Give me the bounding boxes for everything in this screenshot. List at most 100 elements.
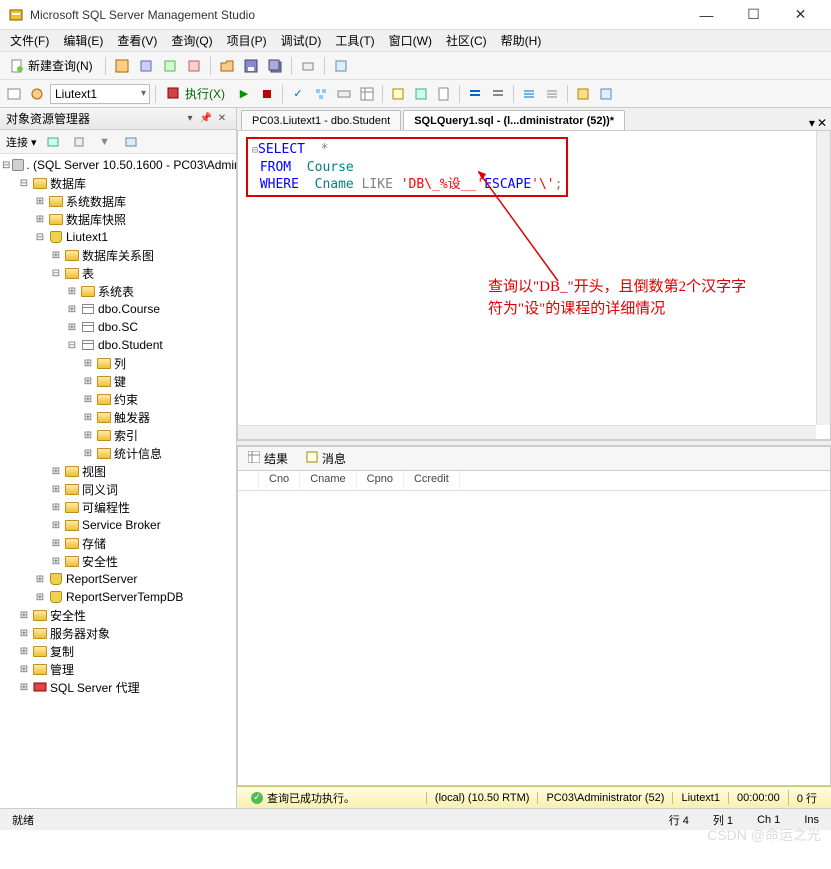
- stats-node[interactable]: 统计信息: [114, 445, 162, 462]
- tb-x1-icon[interactable]: [573, 84, 593, 104]
- uncomment-icon[interactable]: [488, 84, 508, 104]
- oe-filter-icon[interactable]: ▼: [95, 132, 115, 152]
- tb-btn-1[interactable]: [112, 56, 132, 76]
- programmability-node[interactable]: 可编程性: [82, 499, 130, 516]
- sysdbs-node[interactable]: 系统数据库: [66, 193, 126, 210]
- reportserver-node[interactable]: ReportServer: [66, 572, 137, 586]
- student-node[interactable]: dbo.Student: [98, 338, 163, 352]
- serverobjects-node[interactable]: 服务器对象: [50, 625, 110, 642]
- comment-icon[interactable]: [465, 84, 485, 104]
- parse-icon[interactable]: ✓: [288, 84, 308, 104]
- panel-close-icon[interactable]: ✕: [214, 111, 230, 127]
- menu-edit[interactable]: 编辑(E): [57, 30, 109, 51]
- systables-node[interactable]: 系统表: [98, 283, 134, 300]
- menu-file[interactable]: 文件(F): [4, 30, 55, 51]
- object-tree[interactable]: ⊟. (SQL Server 10.50.1600 - PC03\Adminis…: [0, 154, 236, 808]
- panel-dropdown-icon[interactable]: ▾: [182, 111, 198, 127]
- databases-node[interactable]: 数据库: [50, 175, 86, 192]
- results-grid-icon[interactable]: [411, 84, 431, 104]
- save-icon[interactable]: [241, 56, 261, 76]
- new-query-button[interactable]: 新建查询(N): [4, 55, 99, 76]
- tables-node[interactable]: 表: [82, 265, 94, 282]
- replication-node[interactable]: 复制: [50, 643, 74, 660]
- results-tab[interactable]: 结果: [242, 448, 294, 469]
- results-grid-body[interactable]: [238, 491, 830, 785]
- triggers-node[interactable]: 触发器: [114, 409, 150, 426]
- plan-icon[interactable]: [311, 84, 331, 104]
- open-icon[interactable]: [217, 56, 237, 76]
- folder-icon: [65, 250, 79, 261]
- close-button[interactable]: ✕: [778, 1, 823, 29]
- col-cname[interactable]: Cname: [300, 471, 356, 490]
- menu-view[interactable]: 查看(V): [111, 30, 163, 51]
- tb-props-icon[interactable]: [331, 56, 351, 76]
- tb-btn-2[interactable]: [136, 56, 156, 76]
- debug-icon[interactable]: ▶: [234, 84, 254, 104]
- indent-icon[interactable]: [519, 84, 539, 104]
- connect-icon[interactable]: [27, 84, 47, 104]
- indexes-node[interactable]: 索引: [114, 427, 138, 444]
- sql-icon[interactable]: [4, 84, 24, 104]
- messages-tab[interactable]: 消息: [300, 448, 352, 469]
- security-node[interactable]: 安全性: [50, 607, 86, 624]
- h-scrollbar[interactable]: [238, 425, 816, 439]
- menu-window[interactable]: 窗口(W): [383, 30, 438, 51]
- outdent-icon[interactable]: [542, 84, 562, 104]
- menu-help[interactable]: 帮助(H): [495, 30, 548, 51]
- results-file-icon[interactable]: [434, 84, 454, 104]
- columns-node[interactable]: 列: [114, 355, 126, 372]
- oe-refresh-icon[interactable]: [43, 132, 63, 152]
- opts-icon[interactable]: [334, 84, 354, 104]
- menu-community[interactable]: 社区(C): [440, 30, 493, 51]
- sqlagent-node[interactable]: SQL Server 代理: [50, 679, 140, 696]
- minimize-button[interactable]: —: [684, 1, 729, 29]
- tb-activity-icon[interactable]: [298, 56, 318, 76]
- oe-search-icon[interactable]: [121, 132, 141, 152]
- col-cno[interactable]: Cno: [259, 471, 300, 490]
- server-node[interactable]: . (SQL Server 10.50.1600 - PC03\Administ: [26, 158, 236, 172]
- dbsecurity-node[interactable]: 安全性: [82, 553, 118, 570]
- col-cpno[interactable]: Cpno: [357, 471, 404, 490]
- maximize-button[interactable]: ☐: [731, 1, 776, 29]
- reportservertemp-node[interactable]: ReportServerTempDB: [66, 590, 183, 604]
- menu-tools[interactable]: 工具(T): [329, 30, 380, 51]
- tab-dropdown-icon[interactable]: ▾: [809, 116, 815, 130]
- tb-btn-4[interactable]: [184, 56, 204, 76]
- liutext1-node[interactable]: Liutext1: [66, 230, 108, 244]
- results-text-icon[interactable]: [388, 84, 408, 104]
- synonyms-node[interactable]: 同义词: [82, 481, 118, 498]
- connect-label[interactable]: 连接 ▾: [6, 134, 37, 150]
- servicebroker-node[interactable]: Service Broker: [82, 518, 161, 532]
- views-node[interactable]: 视图: [82, 463, 106, 480]
- sc-node[interactable]: dbo.SC: [98, 320, 138, 334]
- document-tabs: PC03.Liutext1 - dbo.Student SQLQuery1.sq…: [237, 108, 831, 130]
- database-selector[interactable]: Liutext1: [50, 84, 150, 104]
- status-ready: 就绪: [0, 812, 657, 828]
- tb-x2-icon[interactable]: [596, 84, 616, 104]
- sql-editor[interactable]: ⊟SELECT * FROM Course WHERE Cname LIKE '…: [237, 130, 831, 440]
- save-all-icon[interactable]: [265, 56, 285, 76]
- tab-student[interactable]: PC03.Liutext1 - dbo.Student: [241, 110, 401, 130]
- new-query-label: 新建查询(N): [28, 57, 93, 74]
- storage-node[interactable]: 存储: [82, 535, 106, 552]
- tab-sqlquery1[interactable]: SQLQuery1.sql - (l...dministrator (52))*: [403, 110, 625, 130]
- diagrams-node[interactable]: 数据库关系图: [82, 247, 154, 264]
- col-ccredit[interactable]: Ccredit: [404, 471, 460, 490]
- management-node[interactable]: 管理: [50, 661, 74, 678]
- tb-btn-3[interactable]: [160, 56, 180, 76]
- course-node[interactable]: dbo.Course: [98, 302, 160, 316]
- menu-debug[interactable]: 调试(D): [275, 30, 328, 51]
- constraints-node[interactable]: 约束: [114, 391, 138, 408]
- oe-stop-icon[interactable]: [69, 132, 89, 152]
- keys-node[interactable]: 键: [114, 373, 126, 390]
- menu-project[interactable]: 项目(P): [221, 30, 273, 51]
- status-user: PC03\Administrator (52): [537, 792, 672, 804]
- execute-button[interactable]: 执行(X): [161, 83, 231, 104]
- snapshots-node[interactable]: 数据库快照: [66, 211, 126, 228]
- panel-pin-icon[interactable]: 📌: [198, 111, 214, 127]
- grid-icon[interactable]: [357, 84, 377, 104]
- stop-icon[interactable]: [257, 84, 277, 104]
- v-scrollbar[interactable]: [816, 131, 830, 425]
- tab-close-icon[interactable]: ✕: [817, 116, 827, 130]
- menu-query[interactable]: 查询(Q): [165, 30, 218, 51]
